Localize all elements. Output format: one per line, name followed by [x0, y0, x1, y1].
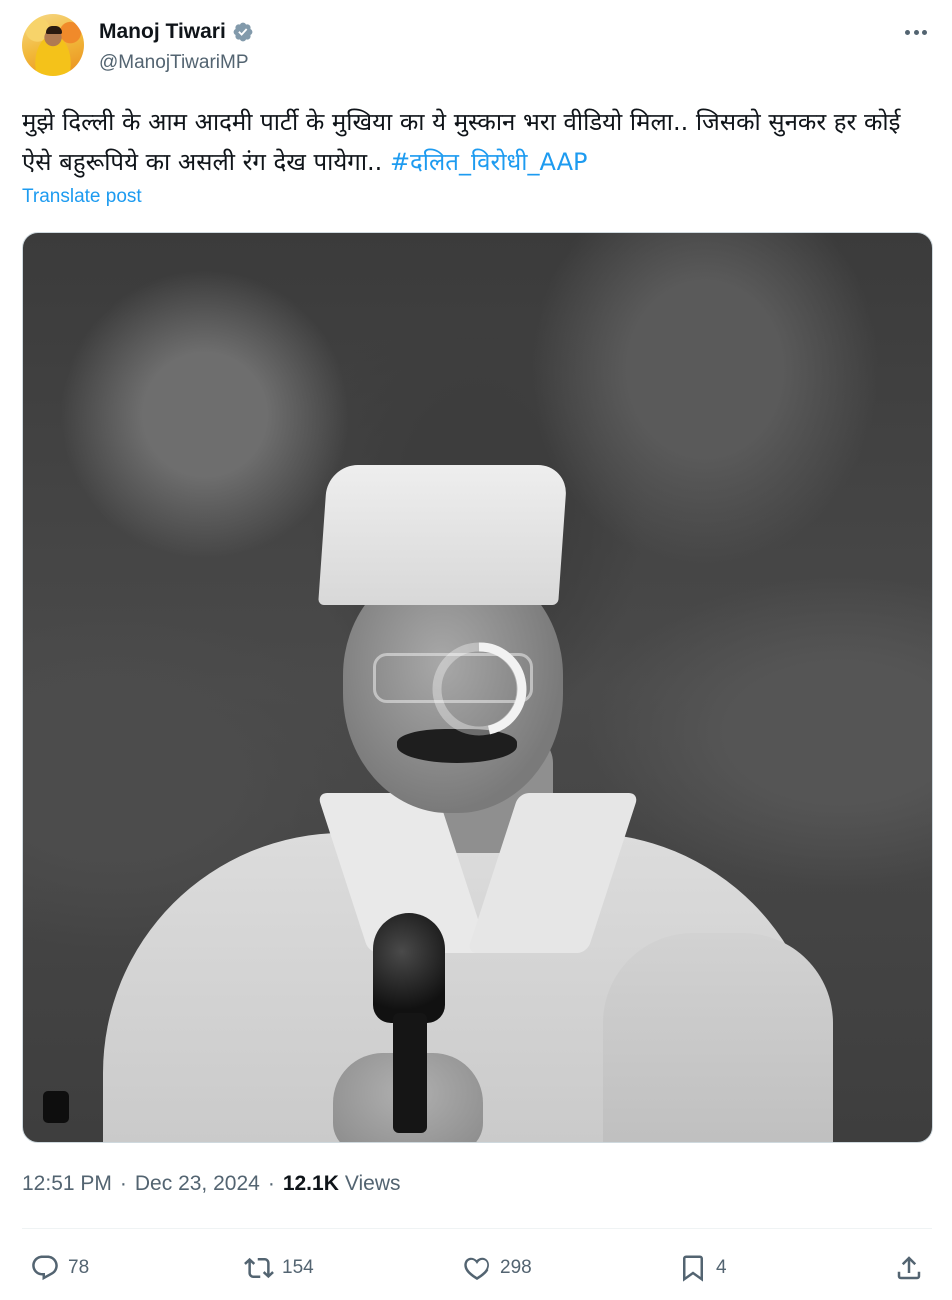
- video-player[interactable]: [22, 232, 933, 1143]
- video-badge: [43, 1091, 69, 1123]
- views-count: 12.1K: [282, 1172, 339, 1195]
- video-frame-microphone-handle: [393, 1013, 427, 1133]
- meta-separator: ·: [119, 1172, 127, 1195]
- like-count: 298: [500, 1257, 532, 1278]
- share-icon: [897, 1256, 921, 1280]
- repost-button[interactable]: 154: [244, 1246, 314, 1290]
- author-handle[interactable]: @ManojTiwariMP: [99, 52, 249, 74]
- loading-spinner-icon: [432, 642, 527, 736]
- avatar[interactable]: [22, 14, 84, 76]
- bookmark-button[interactable]: 4: [678, 1246, 727, 1290]
- views-label: Views: [344, 1172, 401, 1195]
- post-time[interactable]: 12:51 PM: [22, 1172, 112, 1196]
- author-display-name[interactable]: Manoj Tiwari: [99, 20, 226, 44]
- like-button[interactable]: 298: [462, 1246, 532, 1290]
- bookmark-count: 4: [716, 1257, 727, 1278]
- video-frame-microphone: [373, 913, 445, 1023]
- verified-badge-icon: [233, 22, 253, 42]
- post-text: मुझे दिल्ली के आम आदमी पार्टी के मुखिया …: [22, 102, 922, 182]
- post-date[interactable]: Dec 23, 2024: [135, 1172, 260, 1196]
- post-header: Manoj Tiwari @ManojTiwariMP: [22, 14, 932, 80]
- reply-icon: [32, 1255, 58, 1281]
- hashtag-link[interactable]: #दलित_विरोधी_AAP: [390, 148, 588, 176]
- more-horizontal-icon[interactable]: [902, 22, 930, 42]
- reply-button[interactable]: 78: [30, 1246, 89, 1290]
- heart-icon: [464, 1257, 489, 1280]
- meta-separator: ·: [267, 1172, 275, 1195]
- author-name-row: Manoj Tiwari: [99, 20, 254, 44]
- bookmark-icon: [683, 1255, 703, 1282]
- repost-count: 154: [282, 1257, 314, 1278]
- action-bar: 78 154 298 4: [22, 1246, 932, 1290]
- video-frame-cap: [318, 465, 568, 605]
- reply-count: 78: [68, 1257, 90, 1278]
- divider: [22, 1228, 932, 1229]
- share-button[interactable]: [894, 1246, 924, 1290]
- translate-post-link[interactable]: Translate post: [22, 186, 142, 208]
- video-frame-arm: [603, 933, 833, 1142]
- post-meta: 12:51 PM · Dec 23, 2024 · 12.1K Views: [22, 1172, 401, 1196]
- repost-icon: [244, 1257, 274, 1279]
